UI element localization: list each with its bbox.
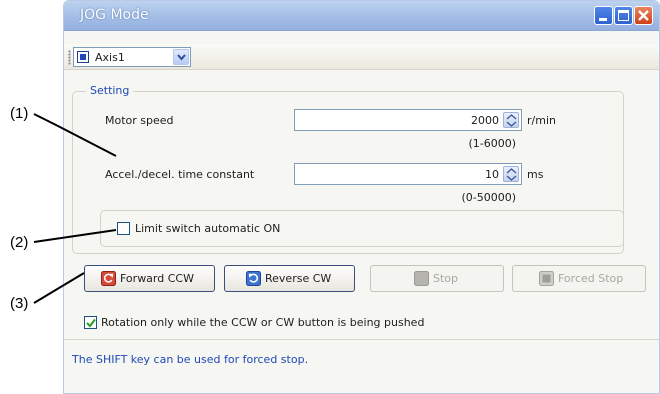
- toolbar: Axis1: [64, 44, 659, 70]
- close-icon: [638, 10, 649, 21]
- accel-unit: ms: [527, 168, 544, 181]
- limit-switch-checkbox[interactable]: [117, 222, 130, 235]
- reverse-cw-label: Reverse CW: [265, 272, 332, 285]
- forced-stop-icon: [539, 271, 554, 286]
- motor-speed-value: 2000: [471, 114, 499, 127]
- divider: [64, 339, 659, 340]
- spinner-arrows-icon: [506, 168, 517, 181]
- chevron-down-icon: [177, 54, 186, 61]
- motor-speed-unit: r/min: [527, 114, 556, 127]
- minimize-button[interactable]: [594, 6, 613, 25]
- accel-input[interactable]: 10: [294, 163, 522, 185]
- spinner-arrows-icon: [506, 114, 517, 127]
- minimize-icon: [599, 18, 607, 21]
- motor-speed-range: (1-6000): [468, 137, 516, 150]
- motor-speed-label: Motor speed: [105, 114, 174, 127]
- forced-stop-label: Forced Stop: [558, 272, 624, 285]
- rotation-only-checkbox[interactable]: [84, 316, 97, 329]
- reverse-cw-button[interactable]: Reverse CW: [224, 265, 355, 292]
- window-title: JOG Mode: [80, 7, 149, 23]
- close-button[interactable]: [634, 6, 653, 25]
- callout-1: (1): [10, 105, 29, 122]
- jog-mode-window: JOG Mode Axis1 Setting Motor speed 2000: [63, 0, 660, 394]
- callout-2: (2): [10, 234, 29, 251]
- stop-button[interactable]: Stop: [370, 265, 504, 292]
- rotate-ccw-icon: [101, 271, 116, 286]
- axis-select-value: Axis1: [95, 51, 125, 64]
- stop-icon: [414, 271, 429, 286]
- maximize-icon: [618, 10, 629, 21]
- rotation-only-label: Rotation only while the CCW or CW button…: [101, 316, 425, 329]
- accel-range: (0-50000): [461, 191, 516, 204]
- forward-ccw-label: Forward CCW: [120, 272, 194, 285]
- toolbar-grip-icon[interactable]: [68, 50, 71, 65]
- callout-3: (3): [10, 295, 29, 312]
- accel-spinner[interactable]: [503, 166, 519, 182]
- motor-speed-spinner[interactable]: [503, 112, 519, 128]
- limit-switch-label: Limit switch automatic ON: [135, 222, 281, 235]
- hint-text: The SHIFT key can be used for forced sto…: [72, 353, 309, 366]
- axis-dropdown-button[interactable]: [173, 49, 189, 65]
- forced-stop-button[interactable]: Forced Stop: [512, 265, 646, 292]
- rotate-cw-icon: [246, 271, 261, 286]
- accel-value: 10: [485, 168, 499, 181]
- accel-label: Accel./decel. time constant: [105, 168, 255, 181]
- forward-ccw-button[interactable]: Forward CCW: [84, 265, 215, 292]
- maximize-button[interactable]: [614, 6, 633, 25]
- setting-legend: Setting: [86, 84, 134, 97]
- title-bar: JOG Mode: [64, 1, 659, 31]
- motor-speed-input[interactable]: 2000: [294, 109, 522, 131]
- check-icon: [86, 318, 96, 328]
- axis-select[interactable]: Axis1: [73, 47, 191, 67]
- stop-label: Stop: [433, 272, 459, 285]
- axis-icon: [77, 51, 89, 63]
